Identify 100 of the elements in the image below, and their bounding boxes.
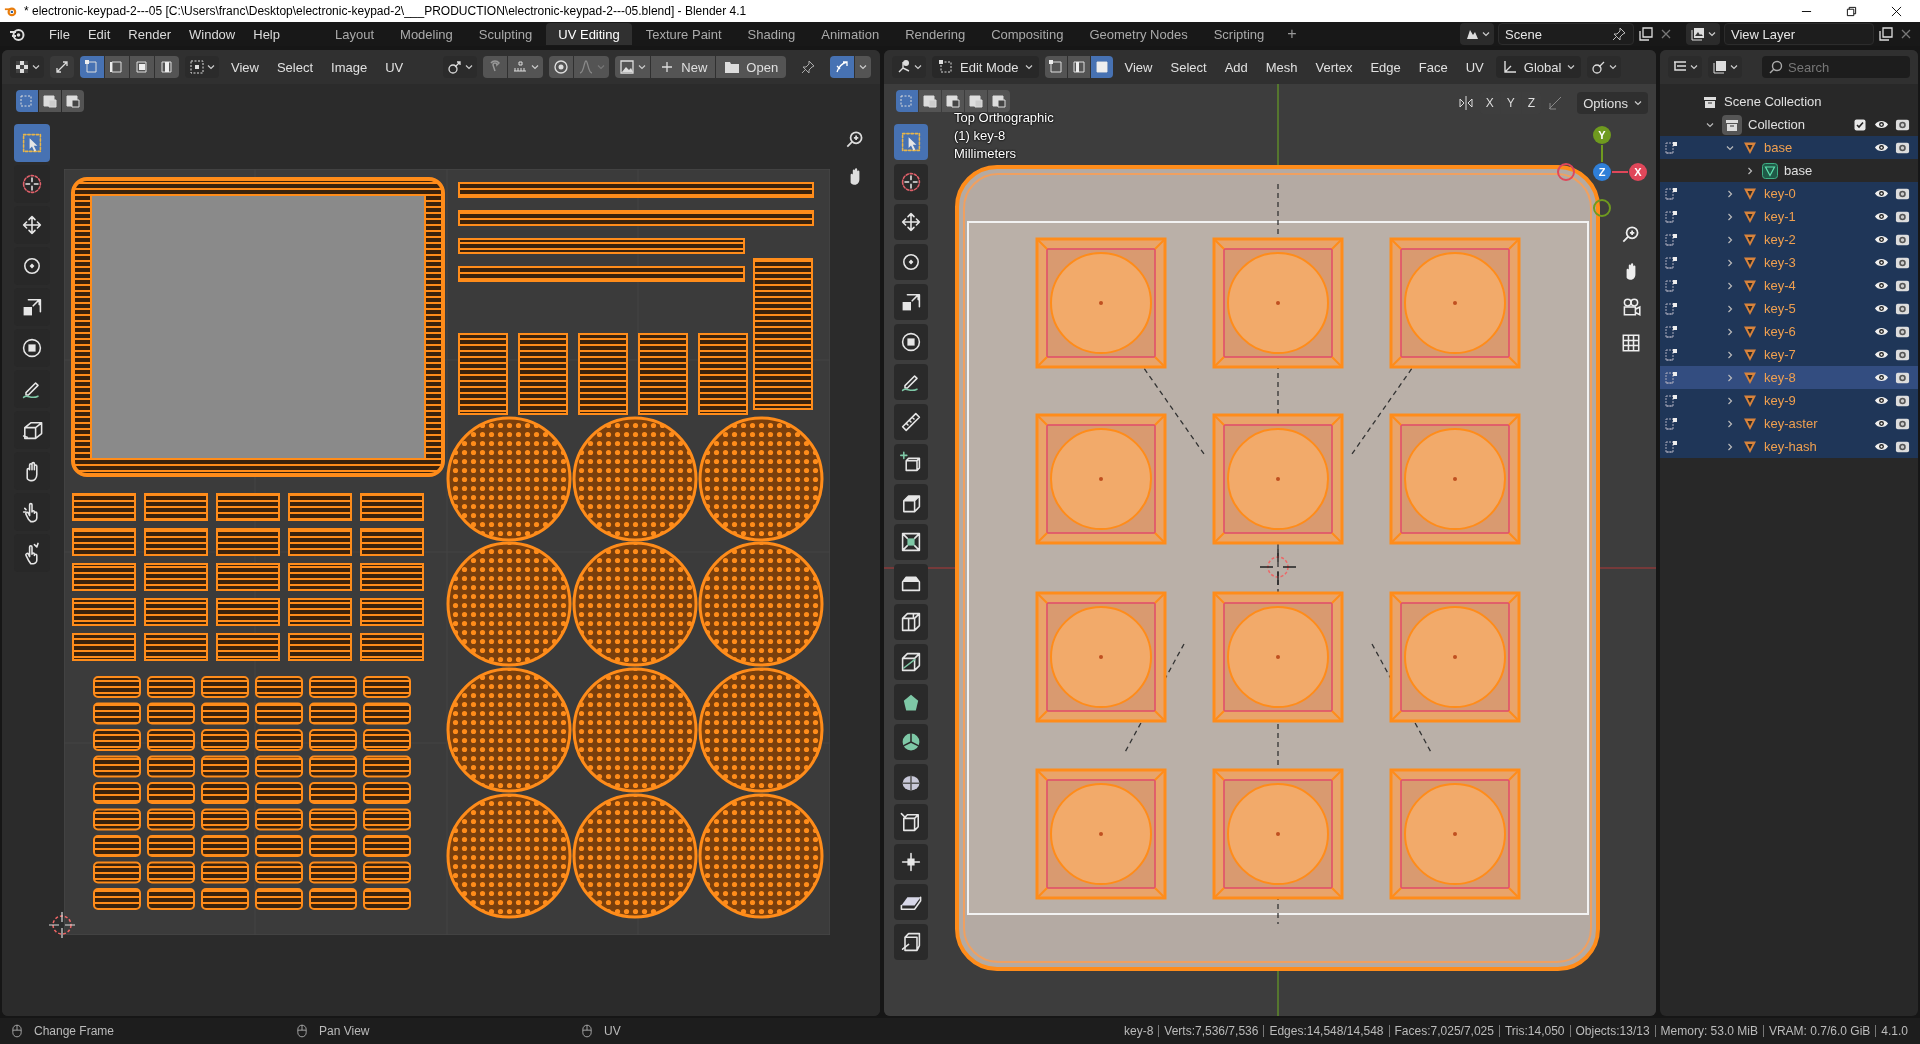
tool-button[interactable] [894,364,928,400]
gizmo-negative-axis-handle[interactable] [1557,163,1575,181]
expand-chevron-icon[interactable] [1725,188,1735,199]
menu-item[interactable]: File [40,23,79,45]
tool-button[interactable] [894,284,928,320]
selection-mode-button[interactable] [39,90,61,112]
tool-button[interactable] [894,684,928,720]
workspace-tab[interactable]: Shading [735,23,808,45]
tool-button[interactable] [894,604,928,640]
expand-chevron-icon[interactable] [1725,372,1735,383]
camera-icon[interactable] [1895,370,1910,385]
mode-dropdown[interactable]: Edit Mode [932,56,1039,78]
menu-item[interactable]: Select [1164,56,1213,78]
menu-item[interactable]: Help [244,23,289,45]
sync-selection-button[interactable] [50,56,74,78]
workspace-tab[interactable]: Geometry Nodes [1077,23,1200,45]
menu-item[interactable]: Select [270,56,320,78]
outliner-row[interactable]: key-9 [1660,389,1918,412]
menu-item[interactable]: Window [180,23,245,45]
app-logo-icon[interactable] [8,26,26,42]
tool-button[interactable] [894,724,928,760]
outliner-row[interactable]: base [1660,159,1918,182]
workspace-tab[interactable]: Animation [809,23,892,45]
camera-icon[interactable] [1895,416,1910,431]
tool-button[interactable] [894,564,928,600]
camera-icon[interactable] [1895,140,1910,155]
snap-button[interactable] [483,56,508,78]
tool-button[interactable] [894,484,928,520]
camera-icon[interactable] [1895,232,1910,247]
tool-button[interactable] [894,444,928,480]
expand-chevron-icon[interactable] [1725,303,1735,314]
outliner-row[interactable]: key-1 [1660,205,1918,228]
search-field[interactable]: Search [1762,56,1910,78]
expand-chevron-icon[interactable] [1745,165,1755,176]
menu-item[interactable]: Image [325,56,374,78]
camera-icon[interactable] [1895,209,1910,224]
workspace-tab[interactable]: Texture Paint [633,23,734,45]
expand-chevron-icon[interactable] [1725,257,1735,268]
add-workspace-button[interactable]: + [1278,23,1306,45]
gizmo-axis-dot[interactable] [1629,163,1647,181]
object-mode-icon[interactable] [1664,140,1678,155]
tool-button[interactable] [894,804,928,840]
checkbox[interactable] [1854,118,1866,131]
scene-browse-button[interactable] [1460,23,1494,45]
object-mode-icon[interactable] [1664,324,1678,339]
expand-chevron-icon[interactable] [1725,234,1735,245]
camera-icon[interactable] [1895,347,1910,362]
duplicate-icon[interactable] [1878,26,1894,42]
gizmo-toggle-button[interactable] [830,56,855,78]
pivot-button[interactable] [1587,56,1622,78]
editor-type-button[interactable] [892,56,926,78]
object-mode-icon[interactable] [1664,255,1678,270]
selection-mode-button[interactable] [942,90,964,112]
menu-item[interactable]: Mesh [1259,56,1304,78]
object-mode-icon[interactable] [1664,439,1678,454]
workspace-tab[interactable]: Layout [323,23,387,45]
selection-mode-button[interactable] [919,90,941,112]
mirror-icon[interactable] [1457,95,1474,111]
open-image-button[interactable]: Open [716,56,787,78]
select-mode-button[interactable] [155,56,179,78]
outliner-row[interactable]: Scene Collection [1660,90,1918,113]
falloff-button[interactable] [574,56,610,78]
close-icon[interactable] [1891,5,1902,17]
workspace-tab[interactable]: UV Editing [546,23,632,45]
tool-button[interactable] [894,164,928,200]
camera-icon[interactable] [1895,117,1910,132]
outliner-row[interactable]: key-6 [1660,320,1918,343]
snap-target-button[interactable] [508,56,544,78]
view-layer-browse-button[interactable] [1686,23,1720,45]
scene-name-field[interactable]: Scene [1498,23,1634,45]
workspace-tab[interactable]: Modeling [388,23,465,45]
outliner-row[interactable]: key-8 [1660,366,1918,389]
selection-mode-button[interactable] [965,90,987,112]
camera-icon[interactable] [1895,301,1910,316]
expand-chevron-icon[interactable] [1725,211,1735,222]
sticky-select-button[interactable] [185,56,219,78]
expand-chevron-icon[interactable] [1725,280,1735,291]
duplicate-icon[interactable] [1638,26,1654,42]
auto-merge-icon[interactable] [1547,95,1564,111]
outliner-row[interactable]: key-5 [1660,297,1918,320]
expand-chevron-icon[interactable] [1725,349,1735,360]
menu-item[interactable]: Vertex [1309,56,1359,78]
view-layer-name-field[interactable]: View Layer [1724,23,1874,45]
object-mode-icon[interactable] [1664,186,1678,201]
selection-mode-button[interactable] [62,90,84,112]
tool-button[interactable] [894,924,928,960]
outliner-row[interactable]: key-4 [1660,274,1918,297]
outliner-row[interactable]: key-7 [1660,343,1918,366]
select-mode-button[interactable] [1090,56,1113,78]
menu-item[interactable]: Edit [78,23,120,45]
expand-chevron-icon[interactable] [1725,418,1735,429]
object-mode-icon[interactable] [1664,232,1678,247]
gizmo-axis-dot[interactable] [1593,126,1611,144]
object-mode-icon[interactable] [1664,301,1678,316]
expand-chevron-icon[interactable] [1725,441,1735,452]
outliner-row[interactable]: key-hash [1660,435,1918,458]
camera-icon[interactable] [1895,255,1910,270]
outliner-row[interactable]: base [1660,136,1918,159]
restore-icon[interactable] [1846,5,1857,17]
menu-item[interactable]: View [225,56,265,78]
